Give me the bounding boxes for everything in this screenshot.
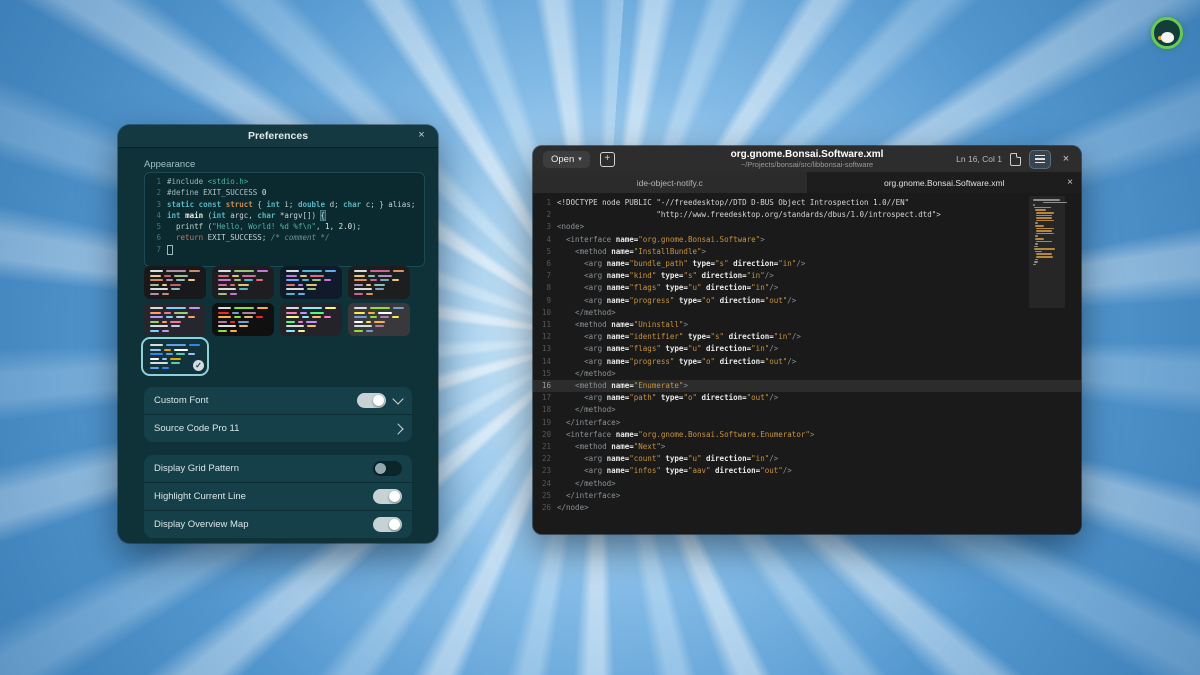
document-modified-icon[interactable] — [1010, 153, 1021, 166]
preferences-headerbar: Preferences × — [118, 125, 438, 147]
chevron-down-icon — [392, 393, 403, 404]
style-scheme-3[interactable] — [280, 266, 342, 299]
code-line-26[interactable]: 26</node> — [533, 502, 1081, 514]
open-button[interactable]: Open ▾ — [543, 151, 590, 168]
overview-map-label: Display Overview Map — [154, 519, 365, 530]
caret-down-icon: ▾ — [578, 155, 582, 163]
style-scheme-7[interactable] — [280, 303, 342, 336]
style-scheme-1[interactable] — [144, 266, 206, 299]
code-line-17[interactable]: 17 <arg name="path" type="o" direction="… — [533, 392, 1081, 404]
highlight-line-row[interactable]: Highlight Current Line — [144, 482, 412, 510]
style-scheme-5[interactable] — [144, 303, 206, 336]
style-preview: 1#include <stdio.h>2#define EXIT_SUCCESS… — [144, 172, 425, 267]
code-line-19[interactable]: 19 </interface> — [533, 417, 1081, 429]
grid-pattern-toggle[interactable] — [373, 461, 402, 476]
style-preview-code: 1#include <stdio.h>2#define EXIT_SUCCESS… — [145, 176, 424, 255]
close-icon[interactable]: × — [1059, 153, 1073, 165]
overview-map[interactable] — [1029, 196, 1065, 308]
font-settings-card: Custom Font Source Code Pro 11 — [144, 387, 412, 442]
editor-headerbar: Open ▾ + org.gnome.Bonsai.Software.xml ~… — [533, 146, 1081, 172]
style-scheme-9[interactable]: ✓ — [144, 340, 206, 373]
code-line-15[interactable]: 15 </method> — [533, 368, 1081, 380]
tab-label: org.gnome.Bonsai.Software.xml — [884, 178, 1004, 188]
style-scheme-8[interactable] — [348, 303, 410, 336]
style-scheme-4[interactable] — [348, 266, 410, 299]
overview-map-toggle[interactable] — [373, 517, 402, 532]
scheme-grid: ✓ — [144, 266, 414, 373]
code-line-6[interactable]: 6 <arg name="bundle_path" type="s" direc… — [533, 258, 1081, 270]
appearance-section-label: Appearance — [144, 159, 195, 170]
code-line-13[interactable]: 13 <arg name="flags" type="u" direction=… — [533, 343, 1081, 355]
code-line-11[interactable]: 11 <method name="Uninstall"> — [533, 319, 1081, 331]
close-icon[interactable]: × — [414, 128, 429, 143]
editor-code[interactable]: 1<!DOCTYPE node PUBLIC "-//freedesktop//… — [533, 193, 1081, 534]
chevron-right-icon — [392, 423, 403, 434]
code-line-1[interactable]: 1<!DOCTYPE node PUBLIC "-//freedesktop//… — [533, 197, 1081, 209]
menu-icon[interactable] — [1029, 150, 1051, 169]
tab-label: ide-object-notify.c — [637, 178, 703, 188]
highlight-line-toggle[interactable] — [373, 489, 402, 504]
tab-close-icon[interactable]: × — [1067, 177, 1073, 188]
code-line-20[interactable]: 20 <interface name="org.gnome.Bonsai.Sof… — [533, 429, 1081, 441]
code-line-18[interactable]: 18 </method> — [533, 404, 1081, 416]
code-line-9[interactable]: 9 <arg name="progress" type="o" directio… — [533, 295, 1081, 307]
new-tab-button[interactable]: + — [600, 152, 615, 167]
preferences-title: Preferences — [248, 130, 308, 142]
code-line-25[interactable]: 25 </interface> — [533, 490, 1081, 502]
code-line-7[interactable]: 7 <arg name="kind" type="s" direction="i… — [533, 270, 1081, 282]
selected-check-icon: ✓ — [193, 360, 204, 371]
tab-bonsai-software-xml[interactable]: org.gnome.Bonsai.Software.xml × — [808, 172, 1082, 193]
minimap-lines — [1033, 199, 1061, 265]
badge-glyph — [1161, 32, 1174, 43]
custom-font-row[interactable]: Custom Font — [144, 387, 412, 414]
editor-subtitle: ~/Projects/bonsai/src/libbonsai-software — [731, 160, 884, 169]
overview-map-row[interactable]: Display Overview Map — [144, 510, 412, 538]
code-line-22[interactable]: 22 <arg name="count" type="u" direction=… — [533, 453, 1081, 465]
code-line-12[interactable]: 12 <arg name="identifier" type="s" direc… — [533, 331, 1081, 343]
grid-pattern-row[interactable]: Display Grid Pattern — [144, 455, 412, 482]
code-line-5[interactable]: 5 <method name="InstallBundle"> — [533, 246, 1081, 258]
tab-bar: ide-object-notify.c org.gnome.Bonsai.Sof… — [533, 172, 1081, 193]
code-line-14[interactable]: 14 <arg name="progress" type="o" directi… — [533, 356, 1081, 368]
code-line-4[interactable]: 4 <interface name="org.gnome.Bonsai.Soft… — [533, 234, 1081, 246]
style-scheme-6[interactable] — [212, 303, 274, 336]
display-settings-card: Display Grid Pattern Highlight Current L… — [144, 455, 412, 538]
font-name-label: Source Code Pro 11 — [154, 423, 386, 434]
code-line-3[interactable]: 3<node> — [533, 221, 1081, 233]
code-line-10[interactable]: 10 </method> — [533, 307, 1081, 319]
open-button-label: Open — [551, 154, 574, 165]
preferences-window: Preferences × Appearance 1#include <stdi… — [118, 125, 438, 543]
code-line-24[interactable]: 24 </method> — [533, 478, 1081, 490]
style-scheme-2[interactable] — [212, 266, 274, 299]
editor-title: org.gnome.Bonsai.Software.xml — [731, 149, 884, 160]
highlight-line-label: Highlight Current Line — [154, 491, 365, 502]
code-line-23[interactable]: 23 <arg name="infos" type="aav" directio… — [533, 465, 1081, 477]
editor-window: Open ▾ + org.gnome.Bonsai.Software.xml ~… — [533, 146, 1081, 534]
corner-app-badge[interactable] — [1151, 17, 1183, 49]
font-name-row[interactable]: Source Code Pro 11 — [144, 414, 412, 442]
editor-title-block: org.gnome.Bonsai.Software.xml ~/Projects… — [731, 149, 884, 169]
code-line-2[interactable]: 2 "http://www.freedesktop.org/standards/… — [533, 209, 1081, 221]
code-line-16[interactable]: 16 <method name="Enumerate"> — [533, 380, 1081, 392]
custom-font-label: Custom Font — [154, 395, 349, 406]
code-line-21[interactable]: 21 <method name="Next"> — [533, 441, 1081, 453]
tab-ide-object-notify[interactable]: ide-object-notify.c — [533, 172, 808, 193]
cursor-position-label: Ln 16, Col 1 — [956, 154, 1002, 164]
grid-pattern-label: Display Grid Pattern — [154, 463, 365, 474]
code-line-8[interactable]: 8 <arg name="flags" type="u" direction="… — [533, 282, 1081, 294]
custom-font-toggle[interactable] — [357, 393, 386, 408]
